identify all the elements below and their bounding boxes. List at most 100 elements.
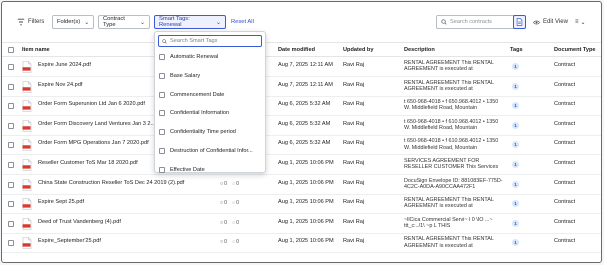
folder-dropdown[interactable]: Folder(s) ⌄ xyxy=(52,15,94,29)
document-type: Contract xyxy=(554,199,576,206)
date-modified: Aug 1, 2025 10:06 PM xyxy=(278,238,334,245)
row-checkbox[interactable] xyxy=(8,201,14,208)
chevron-down-icon: ⌄ xyxy=(580,19,586,26)
tag-count-badge[interactable]: 1 xyxy=(512,141,519,149)
date-modified: Aug 7, 2025 12:11 AM xyxy=(278,81,333,88)
date-modified: Aug 1, 2025 10:06 PM xyxy=(278,179,334,186)
folder-dropdown-label: Folder(s) xyxy=(57,19,81,25)
tag-count-badge[interactable]: 1 xyxy=(512,219,519,227)
search-icon xyxy=(441,19,447,25)
updated-by: Ravi Raj xyxy=(343,218,365,225)
smart-tag-option[interactable]: Base Salary xyxy=(159,71,263,81)
tag-count-badge[interactable]: 1 xyxy=(512,161,519,168)
smart-tag-option[interactable]: Destruction of Confidential Infor... xyxy=(159,146,263,156)
eye-icon xyxy=(533,20,540,24)
tag-count-badge[interactable]: 1 xyxy=(512,63,519,70)
smart-tag-checkbox[interactable] xyxy=(159,91,165,98)
tag-count-badge[interactable]: 1 xyxy=(512,180,519,188)
select-all-checkbox[interactable] xyxy=(8,47,14,53)
table-row[interactable]: Order Form Superunion Ltd Jan 6 2020.pdf… xyxy=(2,97,601,117)
date-modified: Aug 6, 2025 5:32 AM xyxy=(278,120,331,127)
column-document-type[interactable]: Document Type xyxy=(554,47,596,53)
table-header: Item name Date modified Updated by Descr… xyxy=(2,42,601,57)
document-type: Contract xyxy=(554,218,576,225)
smart-tag-checkbox[interactable] xyxy=(159,129,165,136)
smart-tags-search-placeholder: Search Smart Tags xyxy=(170,38,218,44)
contracts-window: Filters Folder(s) ⌄ Contract Type ⌄ Smar… xyxy=(1,1,602,263)
smart-tag-checkbox[interactable] xyxy=(159,110,165,117)
row-checkbox[interactable] xyxy=(8,64,14,70)
table-row[interactable]: Order Form MPG Operations Jan 7 2020.pdf… xyxy=(2,136,601,156)
column-tags[interactable]: Tags xyxy=(510,47,523,53)
filters-button[interactable]: Filters xyxy=(17,15,44,29)
table-row[interactable]: Expire Nov 24.pdf Aug 7, 2025 12:11 AM Rav… xyxy=(2,78,601,97)
smart-tag-option[interactable]: Confidentiality Time period xyxy=(159,127,263,137)
tag-count-badge[interactable]: 1 xyxy=(512,82,519,90)
edit-view-label: Edit View xyxy=(543,19,568,25)
search-input[interactable]: Search contracts xyxy=(436,15,524,29)
item-name-link[interactable]: Expire_September'25.pdf xyxy=(38,238,208,244)
document-icon xyxy=(516,18,523,26)
smart-tag-label: Confidentiality Time period xyxy=(170,129,236,136)
document-type: Contract xyxy=(554,101,576,108)
smart-tag-checkbox[interactable] xyxy=(159,72,165,79)
row-checkbox[interactable] xyxy=(8,83,14,90)
tag-count-badge[interactable]: 1 xyxy=(512,102,519,110)
document-type: Contract xyxy=(554,62,576,68)
smart-tags-popup: Search Smart Tags Automatic Renewal Base … xyxy=(154,31,266,173)
item-name-link[interactable]: Expire Sept 25.pdf xyxy=(38,199,208,205)
column-updated-by[interactable]: Updated by xyxy=(343,47,373,53)
reset-all-link[interactable]: Reset All xyxy=(231,15,254,29)
row-checkbox[interactable] xyxy=(8,103,14,110)
smart-tag-option[interactable]: Automatic Renewal xyxy=(159,52,263,62)
filter-icon xyxy=(17,18,25,26)
updated-by: Ravi Raj xyxy=(343,179,365,186)
chevron-down-icon: ⌄ xyxy=(139,19,145,26)
tag-count-badge[interactable]: 1 xyxy=(512,239,519,247)
table-row[interactable]: Deed of Trust Vandenberg (4).pdf ○ 0 ◌ 0 Aug … xyxy=(2,215,601,234)
document-type: Contract xyxy=(554,179,576,186)
updated-by: Ravi Raj xyxy=(343,62,365,68)
column-item-name[interactable]: Item name xyxy=(22,47,50,53)
tag-count-badge[interactable]: 1 xyxy=(512,121,519,129)
list-view-button[interactable]: ≡ ⌄ xyxy=(575,15,586,29)
smart-tag-option[interactable]: Commencement Date xyxy=(159,90,263,100)
toolbar: Filters Folder(s) ⌄ Contract Type ⌄ Smar… xyxy=(2,2,601,36)
smart-tag-option[interactable]: Effective Date xyxy=(159,165,263,175)
item-name-link[interactable]: China State Construction Reseller ToS De… xyxy=(38,180,208,186)
tag-count-badge[interactable]: 1 xyxy=(512,200,519,208)
smart-tags-dropdown[interactable]: Smart Tags: Renewal ⌄ xyxy=(154,15,226,29)
row-checkbox[interactable] xyxy=(8,162,14,168)
document-type: Contract xyxy=(554,140,576,147)
table-row[interactable]: China State Construction Reseller ToS De… xyxy=(2,176,601,195)
pdf-file-icon xyxy=(22,100,32,112)
document-view-button[interactable] xyxy=(513,15,526,29)
description-text: t 650-968-4018 • f 610.968.4012 • 1350 W… xyxy=(404,138,499,151)
date-modified: Aug 6, 2025 5:32 AM xyxy=(278,140,331,147)
version-count: ◌ 0 xyxy=(232,180,239,187)
column-date-modified[interactable]: Date modified xyxy=(278,47,315,53)
smart-tag-checkbox[interactable] xyxy=(159,148,165,154)
table-row[interactable]: Order Form Discovery Land Ventures Jan 3… xyxy=(2,117,601,136)
smart-tag-checkbox[interactable] xyxy=(159,166,165,173)
pdf-file-icon xyxy=(22,139,32,152)
row-checkbox[interactable] xyxy=(8,240,14,247)
comment-count: ○ 0 xyxy=(220,180,228,187)
table-row[interactable]: Reseller Customer ToS Mar 18 2020.pdf Aug… xyxy=(2,156,601,175)
row-checkbox[interactable] xyxy=(8,220,14,227)
smart-tag-checkbox[interactable] xyxy=(159,54,165,60)
table-row[interactable]: Expire_September'25.pdf ○ 0 ◌ 0 Aug 1, 2025 1… xyxy=(2,234,601,254)
updated-by: Ravi Raj xyxy=(343,120,365,127)
table-row[interactable]: Expire June 2024.pdf Aug 7, 2025 12:11 AM… xyxy=(2,58,601,77)
table-row[interactable]: Expire Sept 25.pdf ○ 0 ◌ 0 Aug 1, 2025 10:06 … xyxy=(2,195,601,215)
column-description[interactable]: Description xyxy=(404,47,435,53)
contract-type-dropdown[interactable]: Contract Type ⌄ xyxy=(98,15,150,29)
row-checkbox[interactable] xyxy=(8,181,14,188)
edit-view-button[interactable]: Edit View xyxy=(533,15,568,29)
row-checkbox[interactable] xyxy=(8,142,14,149)
row-checkbox[interactable] xyxy=(8,122,14,129)
updated-by: Ravi Raj xyxy=(343,81,365,88)
item-name-link[interactable]: Deed of Trust Vandenberg (4).pdf xyxy=(38,219,208,225)
smart-tags-search-input[interactable]: Search Smart Tags xyxy=(158,35,262,47)
smart-tag-option[interactable]: Confidential Information xyxy=(159,108,263,118)
